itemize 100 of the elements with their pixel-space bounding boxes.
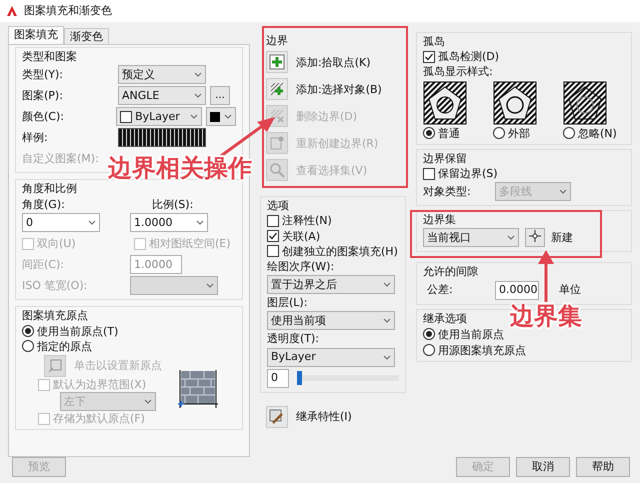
chevron-down-icon — [383, 282, 391, 288]
field-label: 孤岛显示样式: — [423, 65, 494, 79]
radio-button[interactable]: 用源图案填充原点 — [423, 344, 625, 358]
unit-label: 单位 — [559, 283, 581, 297]
boundary-button[interactable]: 添加:拾取点(K) — [266, 50, 400, 74]
radio-icon[interactable] — [22, 340, 34, 352]
add-icon — [269, 54, 285, 70]
slider-thumb[interactable] — [297, 371, 302, 385]
group-title: 允许的间隙 — [423, 265, 478, 278]
island-style-icon — [563, 80, 607, 125]
callout-label: 边界相关操作 — [108, 154, 252, 183]
island-style-icon — [423, 80, 467, 125]
field-label: 图层(L): — [267, 296, 308, 310]
group-title: 边界集 — [423, 213, 456, 226]
chevron-down-icon — [559, 189, 567, 194]
brick-pattern-icon — [178, 368, 218, 409]
chevron-down-icon — [194, 93, 202, 98]
chevron-down-icon — [224, 114, 232, 120]
dropdown[interactable]: ByLayer — [116, 107, 202, 126]
field-label: 公差: — [427, 283, 454, 297]
add-hatch-icon — [269, 81, 285, 98]
app-logo-icon — [6, 5, 18, 17]
rotation-dropdown[interactable]: 0 — [22, 213, 100, 232]
radio-button[interactable]: 外部 — [493, 126, 530, 140]
radio-button[interactable]: 普通 — [423, 126, 460, 140]
brush-icon — [269, 408, 285, 424]
field-label: 自定义图案(M): — [22, 152, 100, 166]
chevron-down-icon — [144, 399, 152, 404]
radio-button[interactable]: 指定的原点 — [22, 340, 236, 353]
group-title: 选项 — [267, 199, 289, 212]
select-new-set-button[interactable] — [525, 228, 545, 248]
group-title: 边界 — [266, 34, 288, 48]
checkmark-icon — [268, 231, 278, 242]
help-button[interactable]: 帮助 — [576, 457, 630, 477]
tab[interactable]: 图案填充 — [8, 26, 64, 44]
tolerance-field[interactable]: 0.0000 — [495, 280, 539, 300]
chevron-down-icon — [206, 283, 214, 288]
chevron-down-icon — [507, 235, 515, 240]
field-label: 间距(C): — [22, 258, 65, 272]
field-label: 比例(S): — [152, 198, 194, 211]
group-title: 继承选项 — [423, 312, 467, 325]
recreate-icon — [269, 135, 285, 152]
checkbox[interactable]: 孤岛检测(D) — [423, 50, 625, 64]
dropdown[interactable]: 预定义 — [118, 65, 206, 84]
group-title: 孤岛 — [423, 35, 445, 48]
transparency-dropdown[interactable]: ByLayer — [267, 348, 395, 366]
field-label: 颜色(C): — [22, 110, 65, 124]
scale-dropdown[interactable]: 1.0000 — [130, 213, 208, 232]
chevron-down-icon — [88, 220, 96, 226]
color-dropdown[interactable] — [206, 107, 236, 126]
remove-hatch-icon — [269, 108, 285, 124]
chevron-down-icon — [383, 354, 391, 360]
radio-icon[interactable] — [423, 127, 435, 140]
field-label: ISO 笔宽(O): — [22, 279, 88, 292]
field-label: 类型(Y): — [22, 68, 64, 82]
boundary-button[interactable]: 添加:选择对象(B) — [266, 77, 400, 102]
crosshair-icon — [529, 230, 541, 242]
radio-icon[interactable] — [22, 325, 34, 338]
checkbox[interactable]: 关联(A) — [267, 230, 399, 243]
tab[interactable]: 渐变色 — [64, 28, 109, 44]
boundary-set-dropdown[interactable]: 当前视口 — [423, 228, 519, 248]
search-icon — [269, 162, 285, 178]
group-title: 类型和图案 — [22, 50, 77, 64]
radio-button[interactable]: 使用当前原点(T) — [22, 324, 236, 338]
checkbox[interactable]: 保留边界(S) — [423, 166, 625, 180]
transparency-field[interactable]: 0 — [267, 368, 289, 388]
chevron-down-icon — [383, 318, 391, 324]
chevron-down-icon — [190, 114, 198, 120]
browse-button[interactable]: ... — [210, 86, 230, 106]
radio-icon[interactable] — [423, 344, 435, 356]
draw-order-dropdown[interactable]: 置于边界之后 — [267, 275, 395, 294]
field-label: 图案(P): — [22, 89, 64, 102]
checkbox[interactable]: 注释性(N) — [267, 214, 399, 228]
window-title: 图案填充和渐变色 — [24, 4, 112, 18]
checkbox[interactable]: 创建独立的图案填充(H) — [267, 244, 399, 258]
color-swatch-icon — [210, 112, 220, 122]
origin-point-icon — [48, 358, 62, 373]
pattern-swatch[interactable] — [118, 128, 206, 148]
radio-icon[interactable] — [563, 127, 575, 140]
chevron-down-icon — [196, 220, 204, 226]
field-label: 对象类型: — [423, 185, 472, 198]
group-title: 角度和比例 — [22, 182, 77, 196]
field-label: 透明度(T): — [267, 332, 320, 346]
pointer-arrow — [538, 250, 554, 302]
field-label: 样例: — [22, 131, 49, 144]
radio-icon[interactable] — [423, 328, 435, 340]
radio-icon[interactable] — [493, 127, 505, 140]
chevron-down-icon — [194, 72, 202, 78]
field-label: 新建 — [551, 231, 573, 244]
radio-button[interactable]: 忽略(N) — [563, 126, 617, 140]
field-label: 绘图次序(W): — [267, 260, 336, 274]
island-style-icon — [493, 80, 537, 125]
field-label: 角度(G): — [22, 198, 66, 211]
cancel-button[interactable]: 取消 — [516, 457, 570, 477]
dropdown[interactable]: ANGLE — [118, 86, 206, 106]
layer-dropdown[interactable]: 使用当前项 — [267, 311, 395, 330]
group-title: 图案填充原点 — [22, 309, 88, 323]
group-title: 边界保留 — [423, 152, 467, 165]
inherit-button[interactable]: 继承特性(I) — [266, 404, 406, 428]
checkmark-icon — [424, 52, 434, 62]
